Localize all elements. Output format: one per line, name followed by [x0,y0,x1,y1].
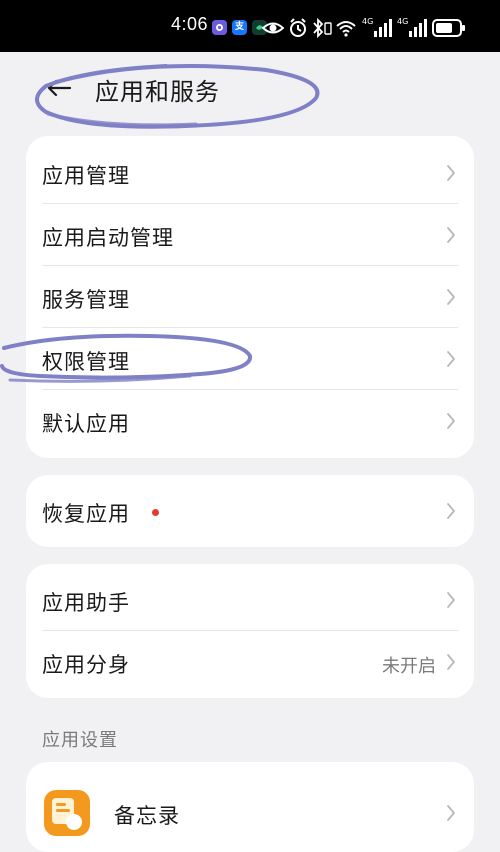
chevron-right-icon [447,503,455,519]
list-item-label: 应用助手 [42,591,130,615]
list-item-label: 默认应用 [42,412,130,436]
chevron-right-icon [447,592,455,608]
list-item-restore-apps[interactable]: 恢复应用 [26,480,474,542]
wifi-icon [336,21,356,37]
chevron-right-icon [447,654,455,670]
list-item-app-assistant[interactable]: 应用助手 [26,569,474,631]
list-item-label: 权限管理 [42,350,130,374]
list-item-service-management[interactable]: 服务管理 [26,266,474,328]
signal-label-2: 4G [397,17,409,26]
list-item-app-clone[interactable]: 应用分身 未开启 [26,631,474,693]
bluetooth-icon [313,17,324,39]
restore-apps-card: 恢复应用 [26,475,474,547]
app-assistant-card: 应用助手 应用分身 未开启 [26,564,474,698]
list-item-label: 应用启动管理 [42,226,174,250]
list-item-app-launch-management[interactable]: 应用启动管理 [26,204,474,266]
app-clone-status: 未开启 [382,656,436,677]
chevron-right-icon [447,805,455,821]
list-item-memo[interactable]: 备忘录 [26,762,474,852]
list-item-label: 应用分身 [42,653,130,677]
list-item-label: 恢复应用 [42,502,130,526]
battery-icon [432,19,465,37]
alipay-icon: 支 [232,20,247,35]
status-icons: 4G 4G [262,17,472,39]
battery-small-icon [324,22,332,35]
camera-app-icon [212,20,227,35]
app-settings-card: 备忘录 [26,762,474,852]
page-header [0,52,500,132]
memo-app-icon [44,790,90,836]
chevron-right-icon [447,227,455,243]
chevron-right-icon [447,413,455,429]
alarm-icon [290,18,306,37]
list-item-label: 备忘录 [114,804,180,828]
back-arrow-icon[interactable] [46,78,72,98]
list-item-default-apps[interactable]: 默认应用 [26,390,474,452]
app-management-card: 应用管理 应用启动管理 服务管理 权限管理 默认应用 [26,136,474,458]
new-badge-dot [152,509,159,516]
chevron-right-icon [447,165,455,181]
signal-label-1: 4G [362,17,374,26]
page-title: 应用和服务 [95,78,220,106]
status-bar: 4:06 支 4G 4G [0,0,500,52]
chevron-right-icon [447,289,455,305]
status-time: 4:06 [171,14,209,34]
section-label-app-settings: 应用设置 [42,730,118,751]
eye-icon [262,22,284,34]
list-item-label: 应用管理 [42,164,130,188]
list-item-app-management[interactable]: 应用管理 [26,142,474,204]
list-item-permission-management[interactable]: 权限管理 [26,328,474,390]
chevron-right-icon [447,351,455,367]
list-item-label: 服务管理 [42,288,130,312]
